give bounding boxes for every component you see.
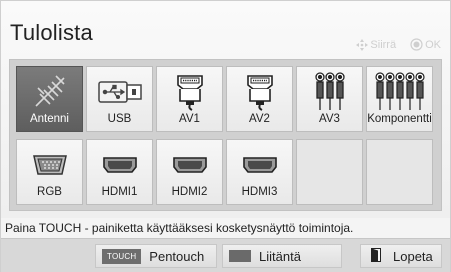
- input-tile-label: AV2: [249, 113, 270, 125]
- input-tile-av1[interactable]: AV1: [156, 66, 223, 132]
- input-tile-label: AV1: [179, 113, 200, 125]
- ok-hint: OK: [410, 38, 441, 51]
- input-tile-label: RGB: [37, 186, 62, 198]
- antenna-icon: [17, 71, 82, 113]
- input-tile-hdmi2[interactable]: HDMI2: [156, 139, 223, 205]
- input-tile-label: USB: [107, 113, 132, 125]
- input-tile-label: HDMI1: [101, 186, 138, 198]
- move-hint: Siirrä: [356, 38, 397, 51]
- hdmi-icon: [87, 144, 152, 186]
- input-tile-label: Antenni: [29, 113, 69, 125]
- scart-icon: [227, 71, 292, 113]
- vga-icon: [17, 144, 82, 186]
- header: Tulolista Siirrä OK: [1, 1, 450, 53]
- link-label: Liitäntä: [259, 248, 301, 264]
- input-tile-label: HDMI2: [171, 186, 208, 198]
- navigation-hints: Siirrä OK: [356, 38, 441, 51]
- empty-tile: [366, 139, 433, 205]
- input-list-window: Tulolista Siirrä OK Antenni USB AV1 AV2 …: [0, 0, 451, 272]
- input-tile-hdmi1[interactable]: HDMI1: [86, 139, 153, 205]
- ok-button-icon: [410, 38, 423, 51]
- component-icon: [367, 71, 432, 113]
- exit-icon: [371, 247, 381, 265]
- page-title: Tulolista: [10, 20, 93, 45]
- status-text: Paina TOUCH - painiketta käyttääksesi ko…: [1, 218, 450, 238]
- input-tile-av3[interactable]: AV3: [296, 66, 363, 132]
- input-tile-label: AV3: [319, 113, 340, 125]
- move-hint-label: Siirrä: [370, 38, 397, 51]
- hdmi-icon: [227, 144, 292, 186]
- input-tile-usb[interactable]: USB: [86, 66, 153, 132]
- dpad-icon: [356, 38, 369, 51]
- rca-av-icon: [297, 71, 362, 113]
- touch-badge: TOUCH: [102, 248, 142, 264]
- footer-bar: TOUCH Pentouch Liitäntä Lopeta: [1, 238, 450, 272]
- input-tile-label: Komponentti: [367, 113, 432, 125]
- empty-tile: [296, 139, 363, 205]
- link-button[interactable]: Liitäntä: [222, 244, 342, 268]
- hdmi-icon: [157, 144, 222, 186]
- exit-label: Lopeta: [393, 248, 433, 264]
- input-tile-hdmi3[interactable]: HDMI3: [226, 139, 293, 205]
- pentouch-button[interactable]: TOUCH Pentouch: [95, 244, 217, 268]
- input-tile-av2[interactable]: AV2: [226, 66, 293, 132]
- ok-hint-label: OK: [425, 38, 441, 51]
- input-tile-label: HDMI3: [241, 186, 278, 198]
- scart-icon: [157, 71, 222, 113]
- input-tile-antenni[interactable]: Antenni: [16, 66, 83, 132]
- pentouch-label: Pentouch: [149, 248, 205, 264]
- input-grid: Antenni USB AV1 AV2 AV3 Komponentti RGB …: [9, 59, 442, 211]
- exit-button[interactable]: Lopeta: [360, 244, 442, 268]
- input-tile-rgb[interactable]: RGB: [16, 139, 83, 205]
- green-key-icon: [229, 250, 251, 262]
- usb-icon: [87, 71, 152, 113]
- input-tile-komponentti[interactable]: Komponentti: [366, 66, 433, 132]
